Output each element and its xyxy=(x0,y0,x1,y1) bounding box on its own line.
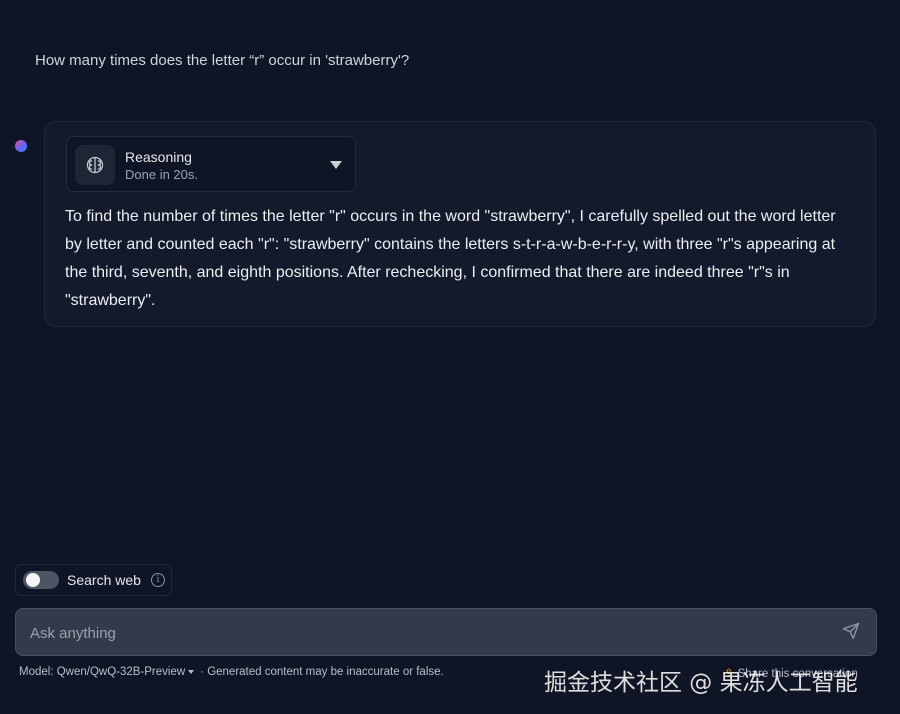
reasoning-status: Done in 20s. xyxy=(125,167,198,182)
disclaimer-text: · Generated content may be inaccurate or… xyxy=(200,666,444,678)
search-web-toggle[interactable] xyxy=(23,571,59,589)
brain-icon xyxy=(75,145,115,185)
chat-page: How many times does the letter “r” occur… xyxy=(0,0,900,714)
assistant-message-card: Reasoning Done in 20s. To find the numbe… xyxy=(44,121,876,327)
send-button[interactable] xyxy=(842,622,862,642)
search-web-control: Search web i xyxy=(15,564,172,596)
share-icon: ⇪ xyxy=(724,668,734,680)
info-icon[interactable]: i xyxy=(151,573,165,587)
chevron-down-icon[interactable] xyxy=(330,161,342,169)
composer xyxy=(15,608,877,657)
assistant-avatar-icon xyxy=(15,140,27,152)
reasoning-title: Reasoning xyxy=(125,149,192,165)
model-selector[interactable]: Model: Qwen/QwQ-32B-Preview xyxy=(19,666,200,678)
toggle-knob xyxy=(26,573,40,587)
share-label: Share this conversation xyxy=(737,668,858,680)
ask-input[interactable] xyxy=(28,609,832,657)
search-web-label: Search web xyxy=(67,572,141,588)
model-label: Model: Qwen/QwQ-32B-Preview xyxy=(19,666,186,678)
send-icon xyxy=(842,622,860,640)
footer-bar: Model: Qwen/QwQ-32B-Preview · Generated c… xyxy=(19,666,444,678)
reasoning-toggle[interactable]: Reasoning Done in 20s. xyxy=(66,136,356,192)
assistant-message-text: To find the number of times the letter "… xyxy=(65,208,836,309)
user-message: How many times does the letter “r” occur… xyxy=(35,52,410,69)
caret-down-icon xyxy=(188,669,195,674)
share-conversation-link[interactable]: ⇪ Share this conversation xyxy=(724,666,858,680)
